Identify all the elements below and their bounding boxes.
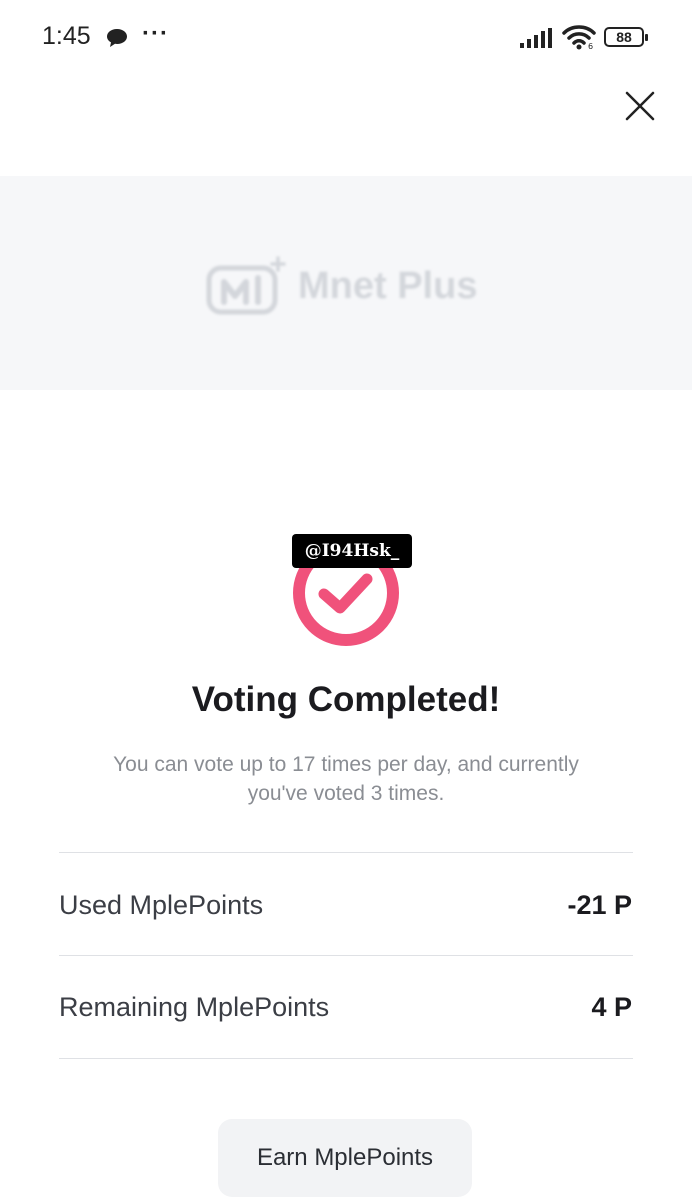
watermark-handle: @I94Hsk_ bbox=[292, 534, 412, 568]
mnet-plus-logo: Mnet Plus bbox=[206, 256, 477, 316]
divider bbox=[59, 1058, 633, 1059]
close-button[interactable] bbox=[620, 86, 660, 126]
chat-bubble-icon bbox=[107, 29, 127, 47]
status-bar: 1:45 ··· 6 88 bbox=[0, 0, 692, 76]
mnet-logo-icon bbox=[206, 256, 286, 315]
battery-icon: 88 bbox=[604, 27, 648, 47]
divider bbox=[59, 955, 633, 956]
earn-mplepoints-button[interactable]: Earn MplePoints bbox=[218, 1119, 472, 1197]
logo-text: Mnet Plus bbox=[298, 264, 478, 307]
signal-icon bbox=[520, 28, 552, 48]
more-notifications-icon: ··· bbox=[142, 20, 169, 47]
vote-description: You can vote up to 17 times per day, and… bbox=[60, 750, 632, 808]
used-points-value: -21 P bbox=[567, 890, 632, 920]
close-icon bbox=[625, 91, 655, 121]
description-line-1: You can vote up to 17 times per day, and… bbox=[113, 753, 579, 776]
wifi-icon: 6 bbox=[562, 25, 596, 50]
clock-time: 1:45 bbox=[42, 22, 91, 50]
description-line-2: you've voted 3 times. bbox=[247, 782, 445, 805]
divider bbox=[59, 852, 633, 853]
svg-text:6: 6 bbox=[588, 42, 593, 50]
battery-level: 88 bbox=[616, 29, 632, 45]
used-points-label: Used MplePoints bbox=[59, 890, 264, 920]
remaining-points-value: 4 P bbox=[591, 992, 632, 1022]
page-title: Voting Completed! bbox=[191, 680, 501, 719]
remaining-points-label: Remaining MplePoints bbox=[59, 992, 330, 1022]
